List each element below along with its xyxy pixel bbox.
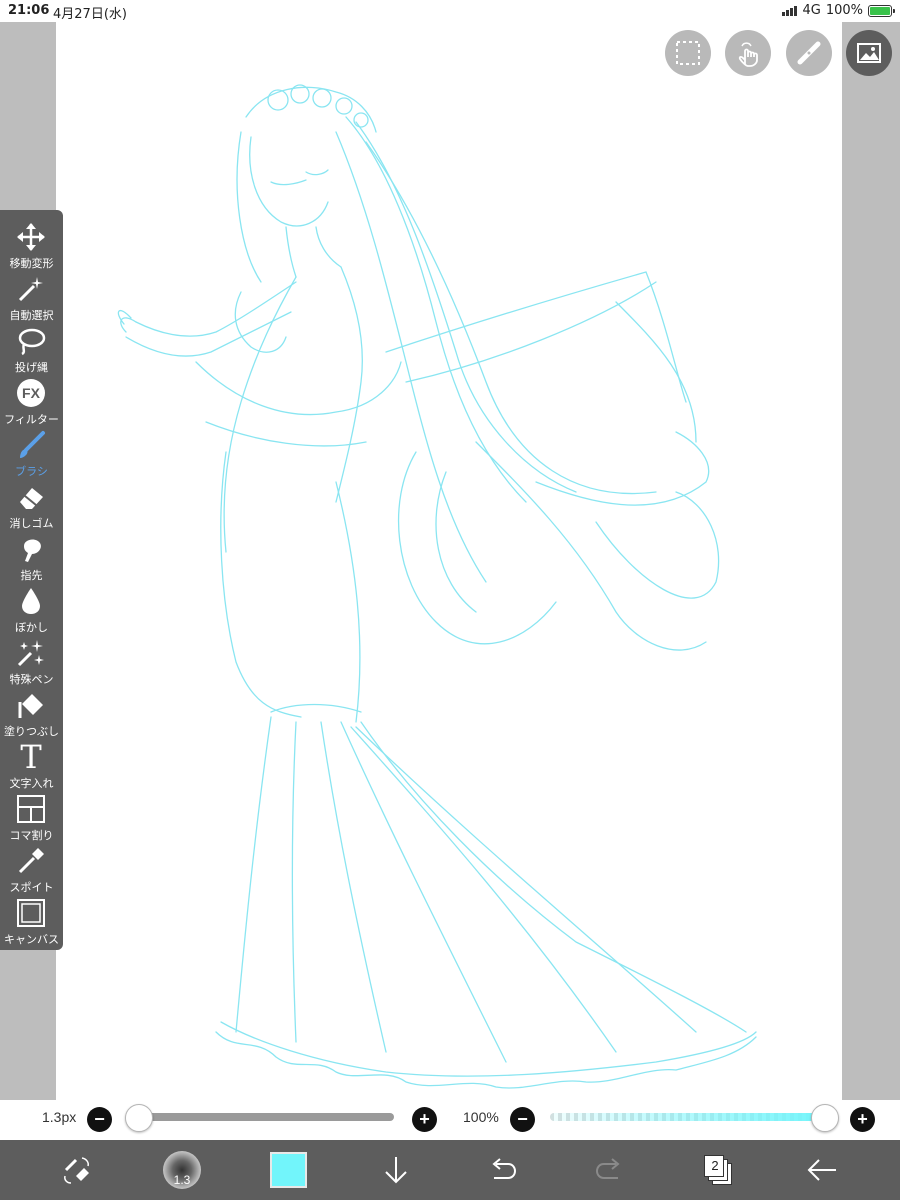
redo-icon: [595, 1158, 620, 1179]
sparkle-pen-icon: [16, 638, 46, 668]
slider-bar: 1.3px − + 100% − +: [0, 1100, 900, 1140]
lasso-icon: [16, 326, 46, 356]
layers-button[interactable]: 2: [704, 1155, 732, 1185]
undo-button[interactable]: [482, 1150, 522, 1190]
opacity-increase-button[interactable]: +: [850, 1107, 875, 1132]
tool-fill[interactable]: 塗りつぶし: [0, 688, 63, 740]
signal-icon: [782, 5, 798, 16]
gesture-button[interactable]: [725, 30, 771, 76]
tool-label: ぼかし: [15, 621, 48, 634]
frame-divider-icon: [16, 794, 46, 824]
status-bar: 21:06 4月27日(水) 4G 100%: [0, 0, 900, 22]
tool-label: 移動変形: [9, 257, 54, 270]
eyedropper-icon: [16, 846, 46, 876]
tool-label: 塗りつぶし: [3, 725, 60, 738]
arrow-left-icon: [807, 1159, 836, 1181]
tool-label: 投げ縄: [15, 361, 48, 374]
tool-eraser[interactable]: 消しゴム: [0, 480, 63, 532]
brush-size-preview-button[interactable]: 1.3: [163, 1151, 201, 1189]
brush-size-decrease-button[interactable]: −: [87, 1107, 112, 1132]
tool-label: 消しゴム: [9, 517, 54, 530]
brush-size-preview-label: 1.3: [173, 1173, 191, 1187]
material-image-icon: [857, 43, 881, 63]
tool-brush[interactable]: ブラシ: [0, 428, 63, 480]
opacity-knob[interactable]: [811, 1104, 839, 1132]
filter-fx-icon: FX: [16, 378, 46, 408]
layer-merge-down-button[interactable]: [376, 1150, 416, 1190]
quick-eraser-toggle-button[interactable]: [56, 1150, 96, 1190]
opacity-track[interactable]: [550, 1113, 825, 1121]
tool-label: 特殊ペン: [9, 673, 54, 686]
tool-canvas[interactable]: キャンバス: [0, 896, 63, 948]
blur-drop-icon: [16, 586, 46, 616]
side-margin-right: [842, 22, 900, 1140]
tool-special-pen[interactable]: 特殊ペン: [0, 636, 63, 688]
tool-label: キャンバス: [4, 933, 59, 946]
brush-icon: [16, 430, 46, 460]
tool-label: スポイト: [9, 881, 54, 894]
redo-button[interactable]: [590, 1150, 630, 1190]
gesture-hand-icon: [738, 42, 758, 67]
status-right: 4G 100%: [782, 3, 895, 18]
tool-label: 自動選択: [9, 309, 54, 322]
tool-text[interactable]: T 文字入れ: [0, 740, 63, 792]
canvas-icon: [16, 898, 46, 928]
tool-panel: 移動変形 自動選択 投げ縄 FX フィルター ブラシ 消しゴム 指先 ぼかし 特…: [0, 210, 63, 950]
ruler-button[interactable]: [786, 30, 832, 76]
eraser-icon: [16, 482, 46, 512]
tool-lasso[interactable]: 投げ縄: [0, 324, 63, 376]
selection-rectangle-button[interactable]: [665, 30, 711, 76]
tool-frame[interactable]: コマ割り: [0, 792, 63, 844]
tool-finger[interactable]: 指先: [0, 532, 63, 584]
undo-icon: [492, 1158, 517, 1179]
brush-eraser-swap-icon: [64, 1157, 89, 1184]
color-picker-button[interactable]: [270, 1152, 307, 1188]
battery-icon: [868, 4, 895, 17]
opacity-value: 100%: [463, 1109, 499, 1125]
back-button[interactable]: [802, 1150, 842, 1190]
network-type: 4G: [802, 3, 821, 18]
tool-label: コマ割り: [9, 829, 54, 842]
brush-size-track[interactable]: [140, 1113, 394, 1121]
brush-size-knob[interactable]: [125, 1104, 153, 1132]
opacity-decrease-button[interactable]: −: [510, 1107, 535, 1132]
tool-label: フィルター: [4, 413, 59, 426]
move-icon: [16, 222, 46, 252]
brush-size-value: 1.3px: [42, 1109, 77, 1125]
tool-magic-wand[interactable]: 自動選択: [0, 272, 63, 324]
tool-label: 文字入れ: [9, 777, 54, 790]
tool-label: 指先: [20, 569, 43, 582]
battery-percent: 100%: [825, 3, 863, 18]
layer-count: 2: [711, 1158, 719, 1173]
bottom-toolbar: 1.3 2: [0, 1140, 900, 1200]
text-icon: T: [20, 738, 42, 776]
smudge-finger-icon: [16, 534, 46, 564]
status-date: 4月27日(水): [53, 7, 127, 22]
drawing-canvas[interactable]: [56, 22, 842, 1100]
selection-rectangle-icon: [676, 41, 700, 65]
sketch-drawing: [117, 84, 757, 1089]
tool-filter[interactable]: FX フィルター: [0, 376, 63, 428]
ruler-icon: [797, 41, 821, 65]
magic-wand-icon: [16, 274, 46, 304]
material-button[interactable]: [846, 30, 892, 76]
tool-move[interactable]: 移動変形: [0, 220, 63, 272]
tool-blur[interactable]: ぼかし: [0, 584, 63, 636]
tool-eyedropper[interactable]: スポイト: [0, 844, 63, 896]
tool-label: ブラシ: [15, 465, 48, 478]
bucket-fill-icon: [16, 690, 46, 720]
status-time: 21:06: [8, 3, 50, 18]
arrow-down-icon: [385, 1157, 407, 1184]
brush-size-increase-button[interactable]: +: [412, 1107, 437, 1132]
